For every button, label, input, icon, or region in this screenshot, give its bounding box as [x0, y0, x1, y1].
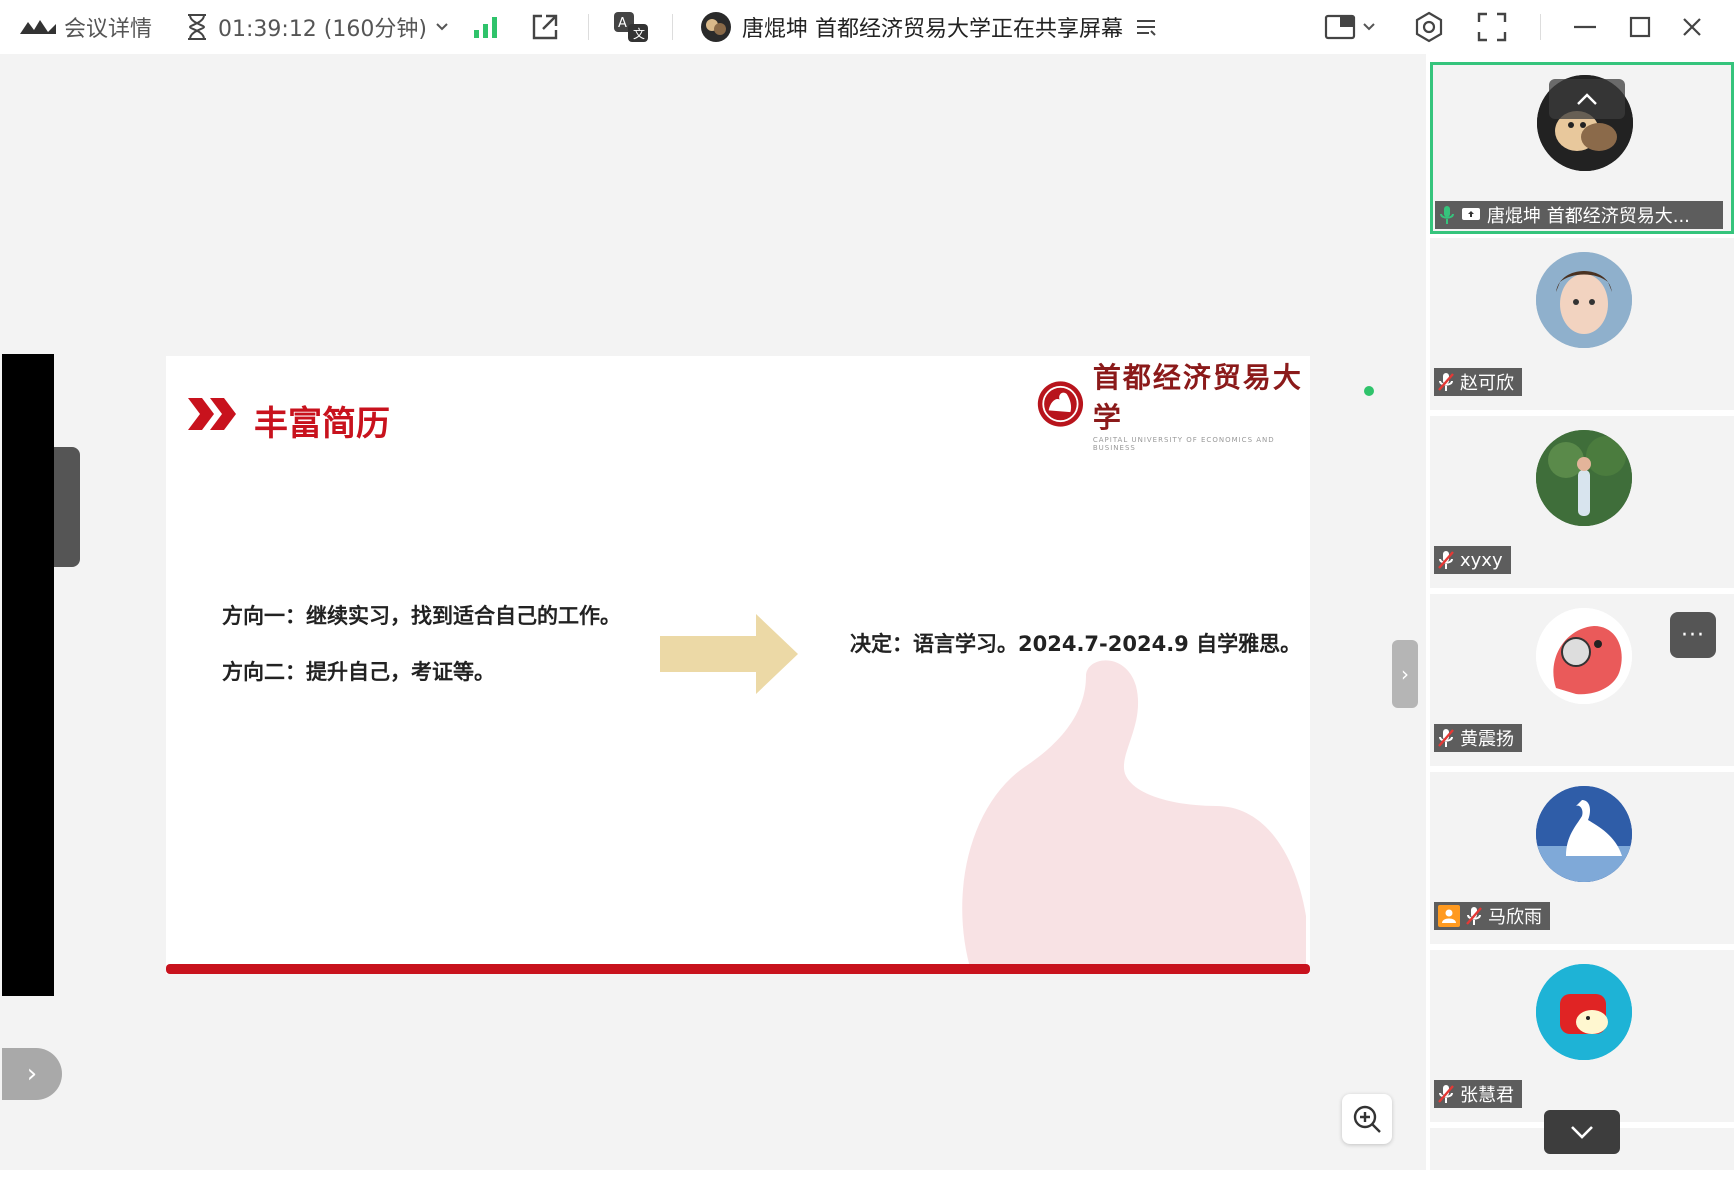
participant-tile[interactable]: xyxy — [1430, 416, 1734, 588]
microphone-muted-icon — [1466, 906, 1482, 926]
avatar — [1536, 786, 1632, 882]
presentation-slide: 丰富简历 首都经济贸易大学 CAPITAL UNIVERSITY OF ECON… — [166, 356, 1310, 974]
sharer-text: 唐焜坤 首都经济贸易大学正在共享屏幕 — [742, 17, 1123, 42]
chevron-down-icon — [1571, 1126, 1593, 1139]
participant-name-tag: xyxy — [1434, 546, 1511, 574]
svg-text:A: A — [618, 16, 627, 31]
chevron-down-icon — [1362, 22, 1376, 32]
close-icon[interactable] — [1680, 0, 1704, 54]
chevron-up-icon — [1577, 93, 1597, 105]
expand-panel-button[interactable]: › — [2, 1048, 62, 1100]
participant-name: 黄震扬 — [1460, 729, 1514, 750]
hourglass-icon — [184, 13, 210, 41]
participant-name-tag: 张慧君 — [1434, 1080, 1522, 1108]
duration-text: 01:39:12 (160分钟) — [218, 17, 427, 42]
university-subtitle: CAPITAL UNIVERSITY OF ECONOMICS AND BUSI… — [1092, 436, 1275, 452]
decision-text: 决定：语言学习。2024.7-2024.9 自学雅思。 — [850, 632, 1302, 656]
zoom-in-button[interactable] — [1342, 1094, 1392, 1144]
participant-tile[interactable]: 马欣雨 — [1430, 772, 1734, 944]
participant-name-tag: 唐焜坤 首都经济贸易大... — [1435, 201, 1723, 229]
share-link-icon[interactable] — [530, 0, 560, 54]
chevron-right-icon — [186, 394, 238, 438]
title-bar: 会议详情 01:39:12 (160分钟) A文 唐焜坤 首都经济贸易大学正在共… — [0, 0, 1734, 54]
participant-name: xyxy — [1460, 549, 1503, 571]
divider — [588, 14, 589, 40]
arrow-right-icon — [660, 614, 800, 698]
slide-footer-bar — [166, 964, 1310, 974]
microphone-muted-icon — [1438, 728, 1454, 748]
svg-text:文: 文 — [633, 26, 645, 41]
list-icon[interactable] — [1135, 16, 1157, 38]
maximize-icon[interactable] — [1628, 0, 1652, 54]
option-two-text: 方向二：提升自己，考证等。 — [222, 660, 495, 684]
black-strip — [2, 354, 54, 996]
avatar — [1536, 252, 1632, 348]
divider — [1540, 14, 1541, 40]
host-icon — [1438, 905, 1460, 927]
network-signal-icon[interactable] — [472, 0, 502, 54]
app-logo-icon — [18, 16, 58, 38]
avatar — [1536, 964, 1632, 1060]
university-logo: 首都经济贸易大学 CAPITAL UNIVERSITY OF ECONOMICS… — [1036, 356, 1310, 452]
sharer-avatar — [700, 11, 732, 43]
university-name: 首都经济贸易大学 — [1092, 361, 1303, 434]
slide-title: 丰富简历 — [254, 404, 390, 444]
university-watermark — [936, 656, 1310, 974]
participant-name: 唐焜坤 首都经济贸易大... — [1487, 206, 1690, 227]
shared-screen-area: 丰富简历 首都经济贸易大学 CAPITAL UNIVERSITY OF ECON… — [0, 54, 1426, 1170]
chevron-down-icon — [435, 22, 449, 32]
microphone-muted-icon — [1438, 550, 1454, 570]
layout-switch-button[interactable] — [1324, 0, 1376, 54]
participant-name: 张慧君 — [1460, 1085, 1514, 1106]
minimize-icon[interactable] — [1572, 0, 1598, 54]
avatar — [1536, 608, 1632, 704]
participant-tile[interactable]: 赵可欣 — [1430, 238, 1734, 410]
microphone-muted-icon — [1438, 1084, 1454, 1104]
microphone-muted-icon — [1438, 372, 1454, 392]
meeting-details-label: 会议详情 — [64, 17, 153, 42]
participant-name-tag: 赵可欣 — [1434, 368, 1522, 396]
side-handle[interactable] — [54, 447, 80, 567]
participant-name: 赵可欣 — [1460, 373, 1514, 394]
meeting-duration[interactable]: 01:39:12 (160分钟) — [184, 0, 449, 54]
sharer-info[interactable]: 唐焜坤 首都经济贸易大学正在共享屏幕 — [700, 0, 1157, 54]
meeting-details-button[interactable]: 会议详情 — [18, 0, 152, 54]
microphone-on-icon — [1439, 205, 1455, 225]
participant-tile[interactable]: 唐焜坤 首都经济贸易大... — [1430, 62, 1734, 234]
participant-name-tag: 马欣雨 — [1434, 902, 1550, 930]
participant-tile[interactable]: 张慧君 — [1430, 950, 1734, 1122]
university-seal-icon — [1037, 381, 1084, 427]
status-dot — [1364, 386, 1374, 396]
more-options-button[interactable]: ··· — [1670, 612, 1716, 658]
participant-tile[interactable]: ··· 黄震扬 — [1430, 594, 1734, 766]
translate-icon[interactable]: A文 — [612, 0, 650, 54]
participant-name-tag: 黄震扬 — [1434, 724, 1522, 752]
avatar — [1536, 430, 1632, 526]
zoom-in-icon — [1353, 1105, 1381, 1133]
scroll-up-button[interactable] — [1549, 79, 1625, 119]
scroll-down-button[interactable] — [1544, 1110, 1620, 1154]
option-one-text: 方向一：继续实习，找到适合自己的工作。 — [222, 604, 621, 628]
fullscreen-icon[interactable] — [1476, 0, 1508, 54]
participant-name: 马欣雨 — [1488, 907, 1542, 928]
screen-share-icon — [1461, 206, 1481, 224]
divider — [672, 14, 673, 40]
participant-panel: 唐焜坤 首都经济贸易大... 赵可欣 xyxy ··· 黄震扬 马欣雨 张慧君 — [1426, 54, 1734, 1170]
gear-icon[interactable] — [1412, 0, 1446, 54]
chevron-right-icon[interactable]: › — [1392, 640, 1418, 708]
